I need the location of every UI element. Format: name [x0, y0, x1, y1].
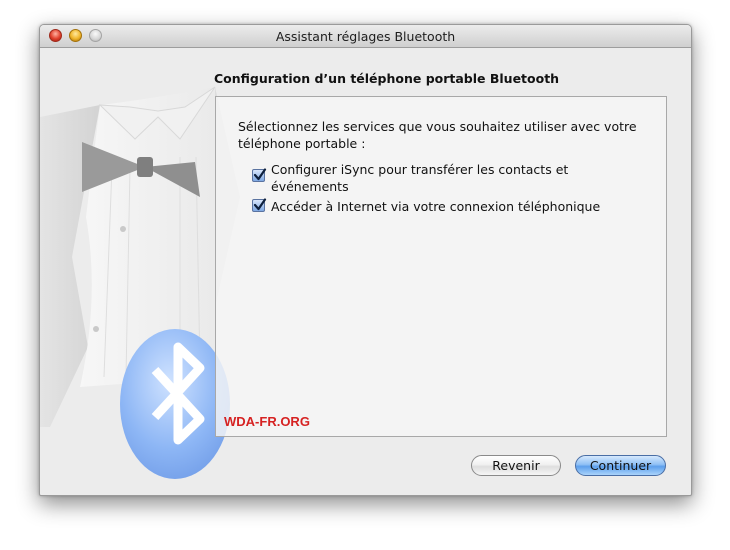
checkmark-icon: [253, 168, 267, 181]
continue-button[interactable]: Continuer: [575, 455, 666, 476]
option-label-isync[interactable]: Configurer iSync pour transférer les con…: [271, 161, 611, 195]
content-panel: Sélectionnez les services que vous souha…: [215, 96, 667, 437]
checkmark-icon: [253, 198, 267, 211]
page-heading: Configuration d’un téléphone portable Bl…: [214, 71, 560, 86]
watermark-text: WDA-FR.ORG: [224, 414, 310, 429]
option-label-internet[interactable]: Accéder à Internet via votre connexion t…: [271, 198, 611, 215]
assistant-window: Assistant réglages Bluetooth Configurati…: [39, 24, 692, 496]
back-button[interactable]: Revenir: [471, 455, 561, 476]
window-title: Assistant réglages Bluetooth: [275, 29, 456, 44]
title-bar[interactable]: Assistant réglages Bluetooth: [40, 25, 691, 48]
instructions-text: Sélectionnez les services que vous souha…: [238, 119, 637, 151]
checkbox-isync[interactable]: [252, 168, 267, 182]
checkbox-internet[interactable]: [252, 198, 267, 212]
